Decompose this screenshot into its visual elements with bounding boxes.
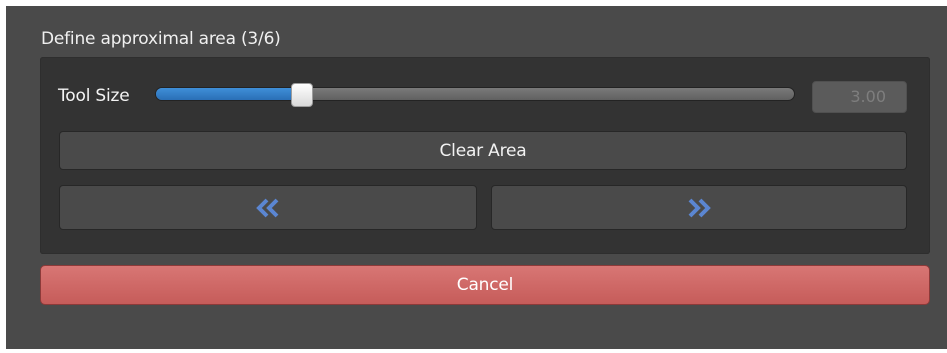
- tool-size-value-field[interactable]: 3.00: [812, 81, 907, 113]
- tool-size-slider[interactable]: [155, 87, 795, 101]
- clear-area-button[interactable]: Clear Area: [59, 131, 907, 170]
- slider-handle[interactable]: [291, 83, 313, 107]
- slider-fill: [156, 88, 303, 100]
- double-chevron-right-icon: [686, 197, 712, 219]
- cancel-button[interactable]: Cancel: [40, 265, 930, 305]
- group-title: Define approximal area (3/6): [41, 29, 281, 49]
- tool-size-label: Tool Size: [58, 86, 130, 106]
- double-chevron-left-icon: [255, 197, 281, 219]
- next-step-button[interactable]: [491, 185, 907, 230]
- previous-step-button[interactable]: [59, 185, 477, 230]
